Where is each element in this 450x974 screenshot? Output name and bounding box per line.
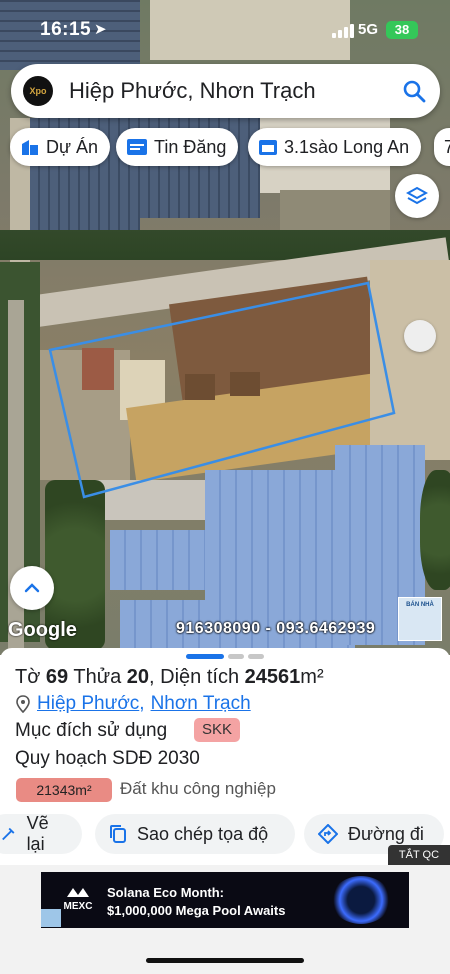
search-icon[interactable] xyxy=(402,79,426,103)
chevron-up-icon xyxy=(24,583,40,593)
overlay-phone-numbers: 916308090 - 093.6462939 xyxy=(176,620,376,637)
chip-label: Tin Đăng xyxy=(154,136,227,157)
mexc-logo-icon xyxy=(67,888,89,897)
redraw-icon xyxy=(2,827,15,841)
district-link[interactable]: Nhơn Trạch xyxy=(151,693,251,715)
app-logo[interactable]: Xpo xyxy=(23,76,53,106)
location-pin-icon xyxy=(16,695,30,713)
building-icon xyxy=(22,140,38,155)
copy-icon xyxy=(110,825,126,843)
adchoices-icon[interactable] xyxy=(41,909,61,927)
signal-icon xyxy=(332,24,354,38)
chip-label: 7 xyxy=(444,136,450,157)
solana-logo-icon xyxy=(331,876,391,924)
directions-label: Đường đi xyxy=(348,823,424,844)
ad-subtitle: $1,000,000 Mega Pool Awaits xyxy=(107,903,286,918)
area-unit: m² xyxy=(300,666,324,688)
satellite-map[interactable]: 16:15 ➤ 5G 38 Xpo Hiệp Phước, Nhơn Trạch… xyxy=(0,0,450,655)
directions-icon xyxy=(318,824,338,844)
chip-label: 3.1sào Long An xyxy=(284,136,410,157)
location-arrow-icon: ➤ xyxy=(94,21,107,38)
chip-more[interactable]: 7 xyxy=(434,128,450,166)
location-line: Hiệp Phước, Nhơn Trạch xyxy=(15,693,251,715)
planning-area-pill: 21343m² xyxy=(16,778,112,802)
chip-saved-area[interactable]: 3.1sào Long An xyxy=(248,128,422,166)
copy-coordinates-label: Sao chép tọa độ xyxy=(137,823,269,844)
search-bar[interactable]: Xpo Hiệp Phước, Nhơn Trạch xyxy=(11,64,440,118)
status-time: 16:15 xyxy=(40,19,92,40)
parcel-info-sheet: Tờ 69 Thửa 20, Diện tích 24561m² Hiệp Ph… xyxy=(0,648,450,866)
network-label: 5G xyxy=(358,21,379,38)
redraw-label: Vẽ lại xyxy=(26,813,49,854)
area-value: 24561 xyxy=(244,666,301,688)
filter-chips: Dự Án Tin Đăng 3.1sào Long An 7 xyxy=(10,128,450,166)
expand-up-button[interactable] xyxy=(10,566,54,610)
layers-button[interactable] xyxy=(395,174,439,218)
area-label: Diện tích xyxy=(160,666,240,688)
layers-icon xyxy=(406,186,428,205)
calendar-icon xyxy=(259,140,277,155)
ad-brand-name: MEXC xyxy=(63,901,93,912)
ward-link[interactable]: Hiệp Phước xyxy=(37,693,139,715)
status-bar: 16:15 ➤ 5G 38 xyxy=(0,0,450,58)
planning-label: Quy hoạch SDĐ 2030 xyxy=(15,748,200,769)
redraw-button[interactable]: Vẽ lại xyxy=(0,813,82,854)
map-handle-button[interactable] xyxy=(404,320,436,352)
home-indicator[interactable] xyxy=(146,958,304,963)
listing-icon xyxy=(127,139,147,155)
sheet-label: Tờ xyxy=(15,666,41,688)
chip-tin-dang[interactable]: Tin Đăng xyxy=(116,128,239,166)
map-ad-thumbnail[interactable]: BÁN NHÀ xyxy=(398,597,442,641)
planning-type: Đất khu công nghiệp xyxy=(120,779,276,798)
ad-banner[interactable]: MEXC Solana Eco Month: $1,000,000 Mega P… xyxy=(41,872,409,928)
purpose-label: Mục đích sử dụng xyxy=(15,720,168,741)
parcel-label: Thửa xyxy=(73,666,122,688)
chip-label: Dự Án xyxy=(46,136,99,157)
chip-du-an[interactable]: Dự Án xyxy=(10,128,111,166)
action-buttons: Vẽ lại Sao chép tọa độ Đường đi xyxy=(0,813,450,854)
battery-icon: 38 xyxy=(386,21,418,39)
ad-title: Solana Eco Month: xyxy=(107,885,224,900)
sheet-number: 69 xyxy=(45,666,69,688)
search-query[interactable]: Hiệp Phước, Nhơn Trạch xyxy=(69,78,316,104)
google-attribution: Google xyxy=(8,619,77,641)
purpose-code-badge: SKK xyxy=(194,718,241,742)
copy-coordinates-button[interactable]: Sao chép tọa độ xyxy=(95,814,295,854)
parcel-summary: Tờ 69 Thửa 20, Diện tích 24561m² xyxy=(15,666,324,688)
close-ad-button[interactable]: TẮT QC xyxy=(388,845,450,865)
parcel-number: 20 xyxy=(126,666,150,688)
